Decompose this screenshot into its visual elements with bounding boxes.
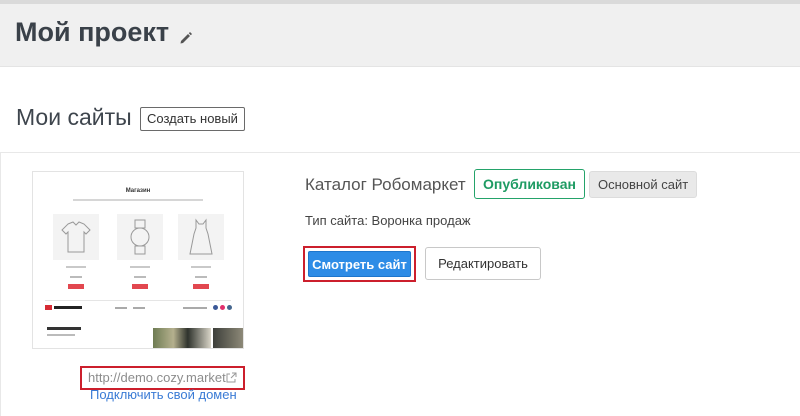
preview-product-shirt [53, 214, 99, 260]
preview-product-name [130, 266, 150, 268]
create-new-site-button[interactable]: Создать новый [140, 107, 245, 131]
view-site-button[interactable]: Смотреть сайт [308, 251, 411, 277]
preview-photo [213, 328, 243, 348]
sites-heading: Мои сайты [16, 104, 132, 130]
page-title: Мой проект [15, 17, 170, 47]
connect-domain-link[interactable]: Подключить свой домен [90, 387, 237, 402]
preview-product-dress [178, 214, 224, 260]
preview-title: Магазин [125, 188, 151, 194]
preview-product-price [195, 276, 207, 278]
preview-social-icon [227, 305, 232, 310]
preview-product-price [70, 276, 82, 278]
view-site-highlight: Смотреть сайт [303, 246, 416, 282]
preview-photo [153, 328, 211, 348]
pencil-icon[interactable] [179, 31, 193, 45]
preview-buy-button [193, 284, 209, 289]
main-site-badge: Основной сайт [589, 171, 698, 198]
preview-buy-button [132, 284, 148, 289]
preview-logo-icon [45, 305, 52, 310]
preview-product-watch [117, 214, 163, 260]
preview-product-name [66, 266, 86, 268]
project-header: Мой проект [0, 0, 800, 67]
preview-divider [45, 300, 231, 301]
preview-buy-button [68, 284, 84, 289]
preview-product-name [191, 266, 211, 268]
preview-section-title [47, 327, 81, 330]
status-badge: Опубликован [474, 169, 585, 199]
preview-nav-link [133, 307, 145, 309]
site-preview-thumbnail[interactable]: Магазин [32, 171, 244, 349]
preview-social-icon [213, 305, 218, 310]
preview-subtitle-line [73, 199, 203, 201]
external-link-icon[interactable] [226, 372, 237, 383]
preview-section-text [47, 334, 75, 336]
site-name: Каталог Робомаркет [305, 175, 466, 194]
site-type: Тип сайта: Воронка продаж [305, 213, 471, 228]
preview-social-icon [220, 305, 225, 310]
site-url-text[interactable]: http://demo.cozy.market [88, 370, 226, 385]
edit-site-button[interactable]: Редактировать [425, 247, 541, 280]
preview-logo-text [54, 306, 82, 309]
preview-nav-link [115, 307, 127, 309]
preview-product-price [134, 276, 146, 278]
preview-phone [183, 307, 207, 309]
